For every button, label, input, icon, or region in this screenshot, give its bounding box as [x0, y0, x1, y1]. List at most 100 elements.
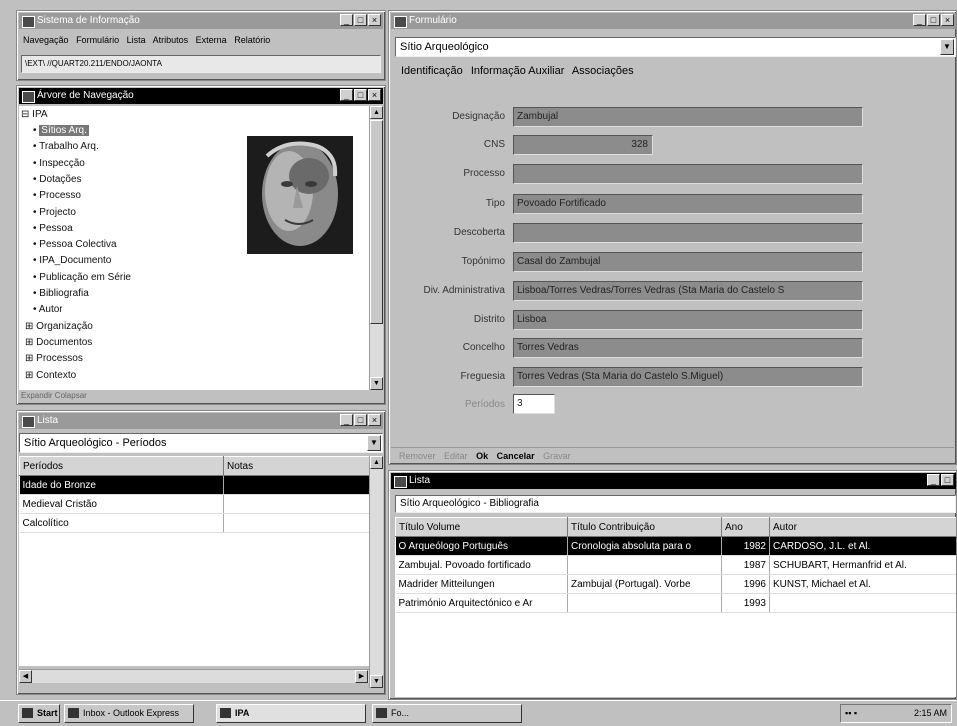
minimize-icon[interactable]: _: [340, 89, 353, 101]
scroll-down-icon[interactable]: ▼: [370, 675, 383, 688]
tree-item[interactable]: • Projecto: [33, 207, 76, 218]
table-row[interactable]: Medieval Cristão: [19, 494, 369, 514]
tree-item[interactable]: • Processo: [33, 190, 81, 201]
tree-item[interactable]: • Pessoa Colectiva: [33, 239, 117, 250]
concelho-field[interactable]: Torres Vedras: [513, 338, 863, 358]
scroll-right-icon[interactable]: ▶: [355, 670, 368, 683]
tree-item[interactable]: • IPA_Documento: [33, 255, 111, 266]
list1-titlebar[interactable]: Lista _ □ ×: [19, 413, 383, 429]
close-icon[interactable]: ×: [941, 14, 954, 26]
chevron-down-icon[interactable]: ▼: [367, 435, 381, 451]
scroll-down-icon[interactable]: ▼: [370, 377, 383, 390]
path-field[interactable]: \EXT\ //QUART20.211/ENDO/JAONTA: [21, 55, 381, 73]
tree-titlebar[interactable]: Árvore de Navegação _ □ ×: [19, 88, 383, 104]
tree-item[interactable]: • Publicação em Série: [33, 272, 131, 283]
cns-field[interactable]: 328: [513, 135, 653, 155]
chevron-down-icon[interactable]: ▼: [940, 39, 954, 55]
maximize-icon[interactable]: □: [354, 14, 367, 26]
menu-formulario[interactable]: Formulário: [76, 35, 119, 45]
menu-atributos[interactable]: Atributos: [153, 35, 189, 45]
tree-root[interactable]: ⊟ IPA: [21, 109, 48, 120]
distrito-field[interactable]: Lisboa: [513, 310, 863, 330]
close-icon[interactable]: ×: [368, 14, 381, 26]
scroll-thumb[interactable]: [370, 120, 383, 324]
table-row[interactable]: O Arqueólogo Português Cronologia absolut…: [395, 536, 956, 556]
column-header[interactable]: Autor: [769, 517, 956, 537]
cancel-button[interactable]: Cancelar: [497, 451, 535, 461]
remove-button[interactable]: Remover: [399, 451, 436, 461]
scroll-up-icon[interactable]: ▲: [370, 456, 383, 469]
save-button[interactable]: Gravar: [543, 451, 571, 461]
tree-item[interactable]: • Bibliografia: [33, 288, 89, 299]
column-header[interactable]: Períodos: [19, 456, 224, 476]
table-row[interactable]: Património Arquitectónico e Ar 1993: [395, 593, 956, 613]
toponimo-field[interactable]: Casal do Zambujal: [513, 252, 863, 272]
scroll-left-icon[interactable]: ◀: [19, 670, 32, 683]
ok-button[interactable]: Ok: [476, 451, 488, 461]
tree-group[interactable]: ⊞ Contexto: [25, 370, 76, 381]
designacao-field[interactable]: Zambujal: [513, 107, 863, 127]
scroll-up-icon[interactable]: ▲: [370, 106, 383, 119]
tipo-field[interactable]: Povoado Fortificado: [513, 194, 863, 214]
minimize-icon[interactable]: _: [340, 14, 353, 26]
freguesia-field[interactable]: Torres Vedras (Sta Maria do Castelo S.Mi…: [513, 367, 863, 387]
column-header[interactable]: Notas: [223, 456, 369, 476]
list2-combo[interactable]: Sítio Arqueológico - Bibliografia: [395, 495, 956, 513]
form-buttonbar: Remover Editar Ok Cancelar Gravar: [391, 447, 954, 463]
tab-associacoes[interactable]: Associações: [572, 65, 634, 77]
periodos-field[interactable]: 3: [513, 394, 555, 414]
tree-group[interactable]: ⊞ Processos: [25, 353, 83, 364]
tree-item[interactable]: • Autor: [33, 304, 63, 315]
tree-item[interactable]: • Sítios Arq.: [33, 125, 89, 136]
sysinfo-title: Sistema de Informação: [37, 15, 140, 26]
table-row[interactable]: Zambujal. Povoado fortificado 1987 SCHUBAR…: [395, 555, 956, 575]
taskbar-ipa-button[interactable]: IPA: [216, 704, 366, 723]
tray-icons[interactable]: ▪▪ ▪: [841, 705, 857, 722]
menu-lista[interactable]: Lista: [127, 35, 146, 45]
table-row[interactable]: Idade do Bronze: [19, 475, 369, 495]
tree-item[interactable]: • Dotações: [33, 174, 82, 185]
tree-group[interactable]: ⊞ Organização: [25, 321, 93, 332]
clock[interactable]: 2:15 AM: [914, 708, 947, 718]
processo-field[interactable]: [513, 164, 863, 184]
div-administrativa-field[interactable]: Lisboa/Torres Vedras/Torres Vedras (Sta …: [513, 281, 863, 301]
table-row[interactable]: Calcolítico: [19, 513, 369, 533]
tree-footer[interactable]: Expandir Colapsar: [21, 391, 87, 400]
form-titlebar[interactable]: Formulário _ □ ×: [391, 13, 956, 29]
menu-navegacao[interactable]: Navegação: [23, 35, 69, 45]
minimize-icon[interactable]: _: [340, 414, 353, 426]
close-icon[interactable]: ×: [368, 89, 381, 101]
minimize-icon[interactable]: _: [927, 474, 940, 486]
maximize-icon[interactable]: □: [927, 14, 940, 26]
tree-item[interactable]: • Inspecção: [33, 158, 85, 169]
maximize-icon[interactable]: □: [354, 414, 367, 426]
start-button[interactable]: Start: [18, 704, 60, 723]
tab-informacao-auxiliar[interactable]: Informação Auxiliar: [471, 65, 565, 77]
menu-externa[interactable]: Externa: [196, 35, 227, 45]
taskbar-outlook-button[interactable]: Inbox - Outlook Express: [64, 704, 194, 723]
minimize-icon[interactable]: _: [913, 14, 926, 26]
descoberta-field[interactable]: [513, 223, 863, 243]
edit-button[interactable]: Editar: [444, 451, 468, 461]
form-combo[interactable]: Sítio Arqueológico ▼: [395, 37, 956, 57]
table-row[interactable]: Madrider Mitteilungen Zambujal (Portugal)…: [395, 574, 956, 594]
column-header[interactable]: Título Contribuição: [567, 517, 722, 537]
list2-titlebar[interactable]: Lista _ □: [391, 473, 956, 489]
tree-group[interactable]: ⊞ Documentos: [25, 337, 92, 348]
sysinfo-titlebar[interactable]: Sistema de Informação _ □ ×: [19, 13, 383, 29]
list1-combo[interactable]: Sítio Arqueológico - Períodos ▼: [19, 433, 383, 453]
close-icon[interactable]: ×: [368, 414, 381, 426]
tree-item[interactable]: • Pessoa: [33, 223, 73, 234]
menu-relatorio[interactable]: Relatório: [234, 35, 270, 45]
tree-scrollbar[interactable]: ▲ ▼: [369, 106, 383, 390]
tree-item[interactable]: • Trabalho Arq.: [33, 141, 99, 152]
list1-hscrollbar[interactable]: ◀ ▶: [19, 669, 369, 683]
maximize-icon[interactable]: □: [941, 474, 954, 486]
list2-window: Lista _ □ Sítio Arqueológico - Bibliogra…: [388, 470, 957, 700]
column-header[interactable]: Ano: [721, 517, 770, 537]
taskbar-fo-button[interactable]: Fo...: [372, 704, 522, 723]
column-header[interactable]: Título Volume: [395, 517, 568, 537]
tab-identificacao[interactable]: Identificação: [401, 65, 463, 77]
list1-scrollbar[interactable]: ▲ ▼: [369, 456, 383, 688]
maximize-icon[interactable]: □: [354, 89, 367, 101]
